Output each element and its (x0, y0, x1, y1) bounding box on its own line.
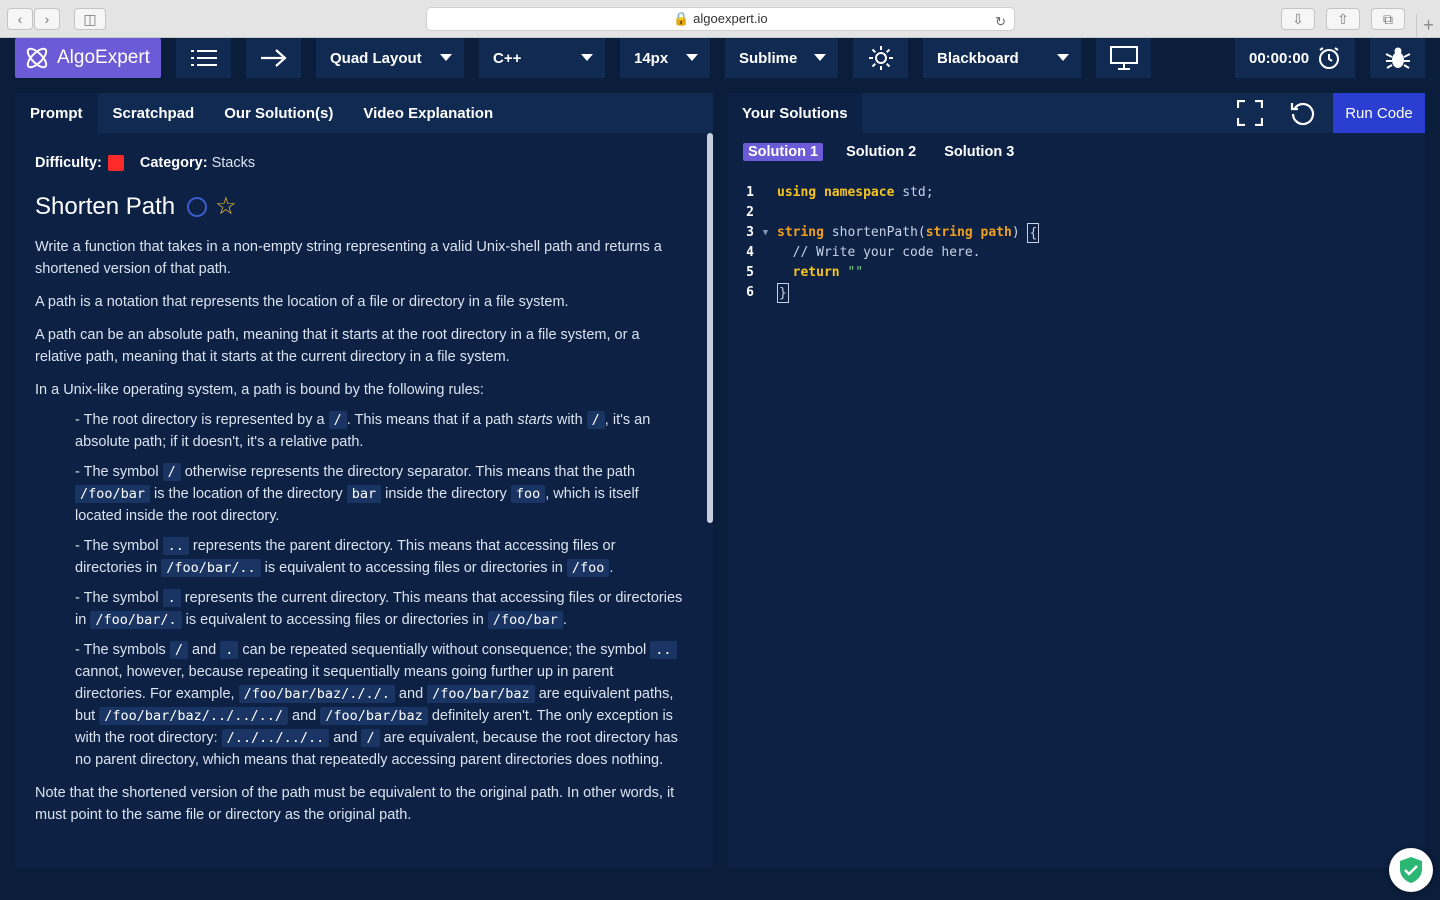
tab-video-explanation[interactable]: Video Explanation (348, 93, 508, 133)
category-value: Stacks (211, 155, 256, 171)
monitor-icon (1109, 46, 1138, 70)
font-size-value: 14px (634, 49, 669, 67)
right-tabs: Your Solutions Run Code (728, 93, 1425, 133)
rule-item: - The root directory is represented by a… (75, 411, 651, 450)
tab-your-solutions[interactable]: Your Solutions (728, 93, 862, 133)
question-meta: Difficulty: Category: Stacks (35, 152, 685, 174)
solution-tabs: Solution 1 Solution 2 Solution 3 (743, 143, 1019, 161)
tab-solution-3[interactable]: Solution 3 (939, 143, 1019, 161)
chevron-down-icon (1057, 54, 1069, 61)
sun-icon (868, 46, 893, 70)
forward-icon[interactable]: › (34, 8, 60, 30)
sidebar-toggle-icon[interactable]: ◫ (74, 8, 106, 30)
address-bar[interactable]: 🔒 algoexpert.io ↻ (426, 7, 1015, 31)
line-number: 2 (746, 205, 754, 220)
menu-button[interactable] (176, 38, 231, 78)
chevron-down-icon (814, 54, 826, 61)
layout-value: Quad Layout (330, 49, 422, 67)
back-icon[interactable]: ‹ (7, 8, 33, 30)
editor-theme-value: Blackboard (937, 49, 1019, 67)
editor-theme-dropdown[interactable]: Blackboard (923, 38, 1081, 78)
left-tabs: Prompt Scratchpad Our Solution(s) Video … (15, 93, 713, 133)
reset-icon (1290, 102, 1315, 126)
line-number: 6 (746, 285, 754, 300)
next-question-button[interactable] (246, 38, 301, 78)
reset-button[interactable] (1283, 93, 1323, 133)
chevron-down-icon (440, 54, 452, 61)
prompt-paragraph: A path is a notation that represents the… (35, 294, 569, 310)
toolbar: AlgoExpert Quad Layout C++ 14px Sublime … (0, 38, 1440, 78)
difficulty-badge (107, 155, 124, 171)
line-number: 3 (746, 225, 754, 240)
fullscreen-button[interactable] (1230, 93, 1270, 133)
prompt-scrollbar[interactable] (707, 133, 713, 523)
timer[interactable]: 00:00:00 (1235, 38, 1355, 78)
bug-report-button[interactable] (1370, 38, 1425, 78)
keymap-dropdown[interactable]: Sublime (725, 38, 838, 78)
list-icon (190, 50, 217, 66)
bug-icon (1385, 47, 1410, 69)
rules-list: - The root directory is represented by a… (35, 409, 685, 771)
prompt-paragraph: A path can be an absolute path, meaning … (35, 327, 640, 365)
question-title-row: Shorten Path ☆ (35, 192, 685, 222)
lock-icon: 🔒 (673, 11, 690, 26)
line-number: 4 (746, 245, 754, 260)
star-icon[interactable]: ☆ (215, 195, 237, 219)
url-text: algoexpert.io (693, 11, 768, 26)
font-size-dropdown[interactable]: 14px (620, 38, 710, 78)
algoexpert-logo-icon (26, 47, 48, 69)
prompt-paragraph: In a Unix-like operating system, a path … (35, 382, 484, 398)
tab-scratchpad[interactable]: Scratchpad (98, 93, 210, 133)
prompt-panel: Prompt Scratchpad Our Solution(s) Video … (15, 93, 713, 868)
arrow-right-icon (260, 49, 287, 67)
browser-chrome: ‹ › ◫ 🔒 algoexpert.io ↻ ⇩ ⇧ ⧉ + (0, 0, 1440, 38)
tab-solution-2[interactable]: Solution 2 (841, 143, 921, 161)
rule-item: - The symbols / and . can be repeated se… (75, 641, 678, 768)
prompt-content: Difficulty: Category: Stacks Shorten Pat… (35, 133, 685, 826)
new-tab-icon[interactable]: + (1416, 14, 1440, 38)
tabs-icon[interactable]: ⧉ (1371, 8, 1405, 30)
download-icon[interactable]: ⇩ (1281, 8, 1315, 30)
editor-panel: Your Solutions Run Code Solution 1 Solut… (728, 93, 1425, 868)
code-line: 3 ▼ string shortenPath(string path) { (728, 223, 1425, 243)
code-line: 2 (728, 203, 1425, 223)
code-line: 4 // Write your code here. (728, 243, 1425, 263)
difficulty-label: Difficulty: (35, 155, 102, 171)
run-code-button[interactable]: Run Code (1333, 93, 1425, 133)
reload-icon[interactable]: ↻ (995, 11, 1006, 33)
tab-prompt[interactable]: Prompt (15, 93, 98, 133)
category-label: Category: (139, 155, 208, 171)
prompt-paragraph: Write a function that takes in a non-emp… (35, 239, 662, 277)
keymap-value: Sublime (739, 49, 798, 67)
logo-text: AlgoExpert (57, 47, 150, 68)
language-value: C++ (493, 49, 522, 67)
theme-toggle-button[interactable] (853, 38, 908, 78)
rule-item: - The symbol . represents the current di… (75, 589, 683, 629)
completion-circle-icon[interactable] (187, 197, 208, 217)
presentation-button[interactable] (1096, 38, 1151, 78)
fullscreen-icon (1237, 100, 1263, 126)
question-title: Shorten Path (35, 193, 176, 220)
security-shield-icon[interactable] (1389, 848, 1433, 892)
logo[interactable]: AlgoExpert (15, 38, 161, 78)
line-number: 5 (746, 265, 754, 280)
fold-arrow-icon[interactable]: ▼ (754, 223, 777, 243)
code-editor[interactable]: 1 using namespace std; 2 3 ▼ string short… (728, 183, 1425, 303)
chevron-down-icon (686, 54, 698, 61)
share-icon[interactable]: ⇧ (1326, 8, 1360, 30)
code-line: 5 return "" (728, 263, 1425, 283)
code-line: 1 using namespace std; (728, 183, 1425, 203)
prompt-paragraph: Note that the shortened version of the p… (35, 785, 675, 823)
tab-our-solutions[interactable]: Our Solution(s) (209, 93, 348, 133)
timer-value: 00:00:00 (1249, 49, 1310, 67)
rule-item: - The symbol / otherwise represents the … (75, 463, 639, 524)
alarm-clock-icon (1319, 47, 1339, 69)
rule-item: - The symbol .. represents the parent di… (75, 537, 616, 577)
tab-solution-1[interactable]: Solution 1 (743, 143, 824, 161)
layout-dropdown[interactable]: Quad Layout (316, 38, 464, 78)
language-dropdown[interactable]: C++ (479, 38, 605, 78)
code-line: 6 } (728, 283, 1425, 303)
line-number: 1 (746, 185, 754, 200)
chevron-down-icon (581, 54, 593, 61)
